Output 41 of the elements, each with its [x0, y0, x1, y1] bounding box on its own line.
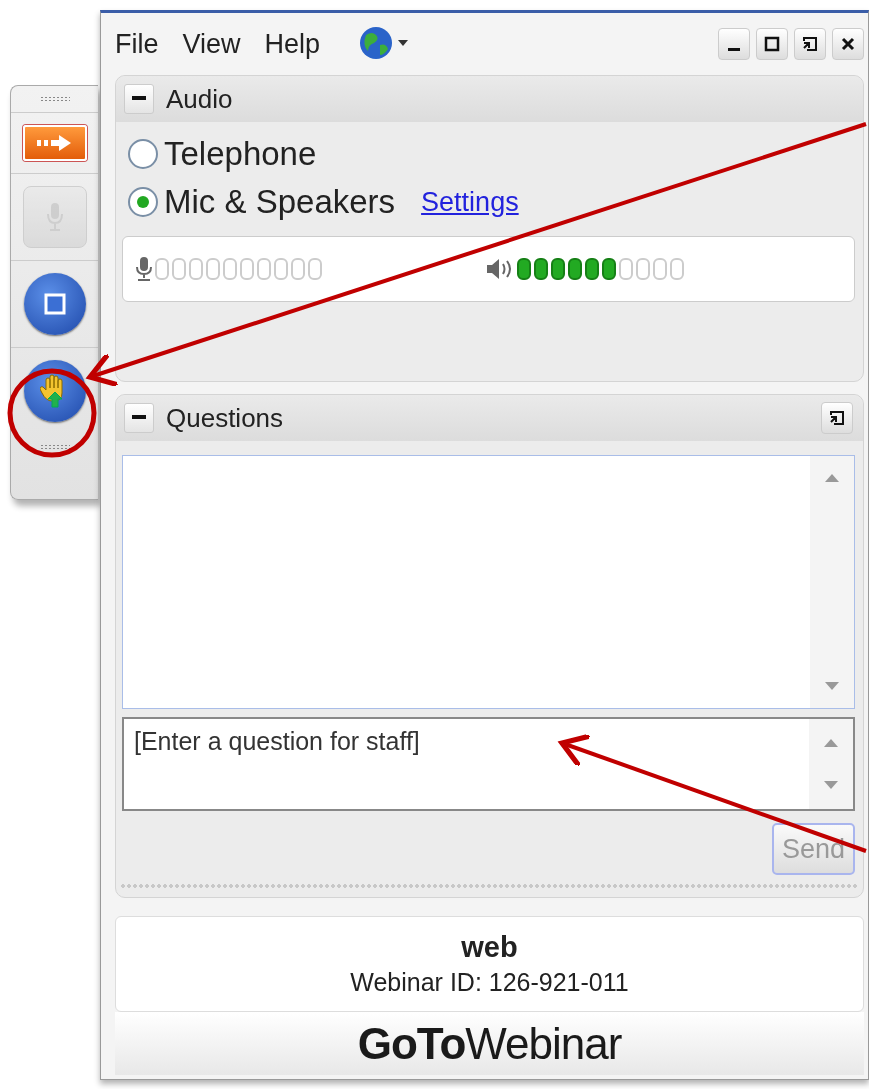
- minimize-button[interactable]: [718, 28, 750, 60]
- close-icon: [840, 36, 856, 52]
- microphone-icon: [135, 256, 153, 282]
- microphone-icon: [44, 201, 65, 233]
- square-icon: [42, 292, 67, 316]
- scroll-down-icon[interactable]: [825, 682, 839, 690]
- scroll-up-icon[interactable]: [825, 474, 839, 482]
- panel-title: Questions: [166, 402, 284, 434]
- panel-title: Audio: [166, 83, 233, 115]
- scroll-down-icon[interactable]: [824, 781, 838, 789]
- radio-button[interactable]: [128, 139, 158, 169]
- radio-option[interactable]: Mic & Speakers: [128, 183, 396, 221]
- pop-out-icon: [829, 410, 845, 426]
- maximize-button[interactable]: [756, 28, 788, 60]
- minimize-icon: [728, 47, 740, 51]
- minus-icon: [132, 415, 146, 421]
- screen-button[interactable]: [23, 273, 86, 335]
- globe-icon: [358, 24, 411, 61]
- pop-out-button[interactable]: [821, 402, 853, 434]
- scrollbar[interactable]: [809, 719, 853, 809]
- grip-handle[interactable]: [39, 444, 70, 450]
- pop-out-icon: [802, 36, 818, 52]
- collapse-button[interactable]: [124, 84, 154, 114]
- webinar-id: Webinar ID: 126-921-011: [350, 968, 629, 997]
- scrollbar[interactable]: [810, 456, 854, 708]
- menu-item[interactable]: View: [182, 28, 241, 60]
- scroll-up-icon[interactable]: [824, 739, 838, 747]
- show-panel-button[interactable]: [22, 125, 87, 161]
- menu-item[interactable]: Help: [264, 28, 321, 60]
- collapse-button[interactable]: [124, 403, 154, 433]
- radio-button[interactable]: [128, 187, 158, 217]
- pop-out-button[interactable]: [794, 28, 826, 60]
- minus-icon: [132, 96, 146, 102]
- raise-hand-button[interactable]: [23, 360, 86, 422]
- maximize-icon: [764, 36, 780, 52]
- menu-item[interactable]: File: [115, 28, 159, 60]
- webinar-title: web: [461, 931, 518, 964]
- close-button[interactable]: [832, 28, 864, 60]
- settings-link[interactable]: Settings: [421, 186, 519, 218]
- radio-option[interactable]: Telephone: [128, 135, 317, 173]
- brand-logo: GoToWebinar: [357, 1018, 622, 1069]
